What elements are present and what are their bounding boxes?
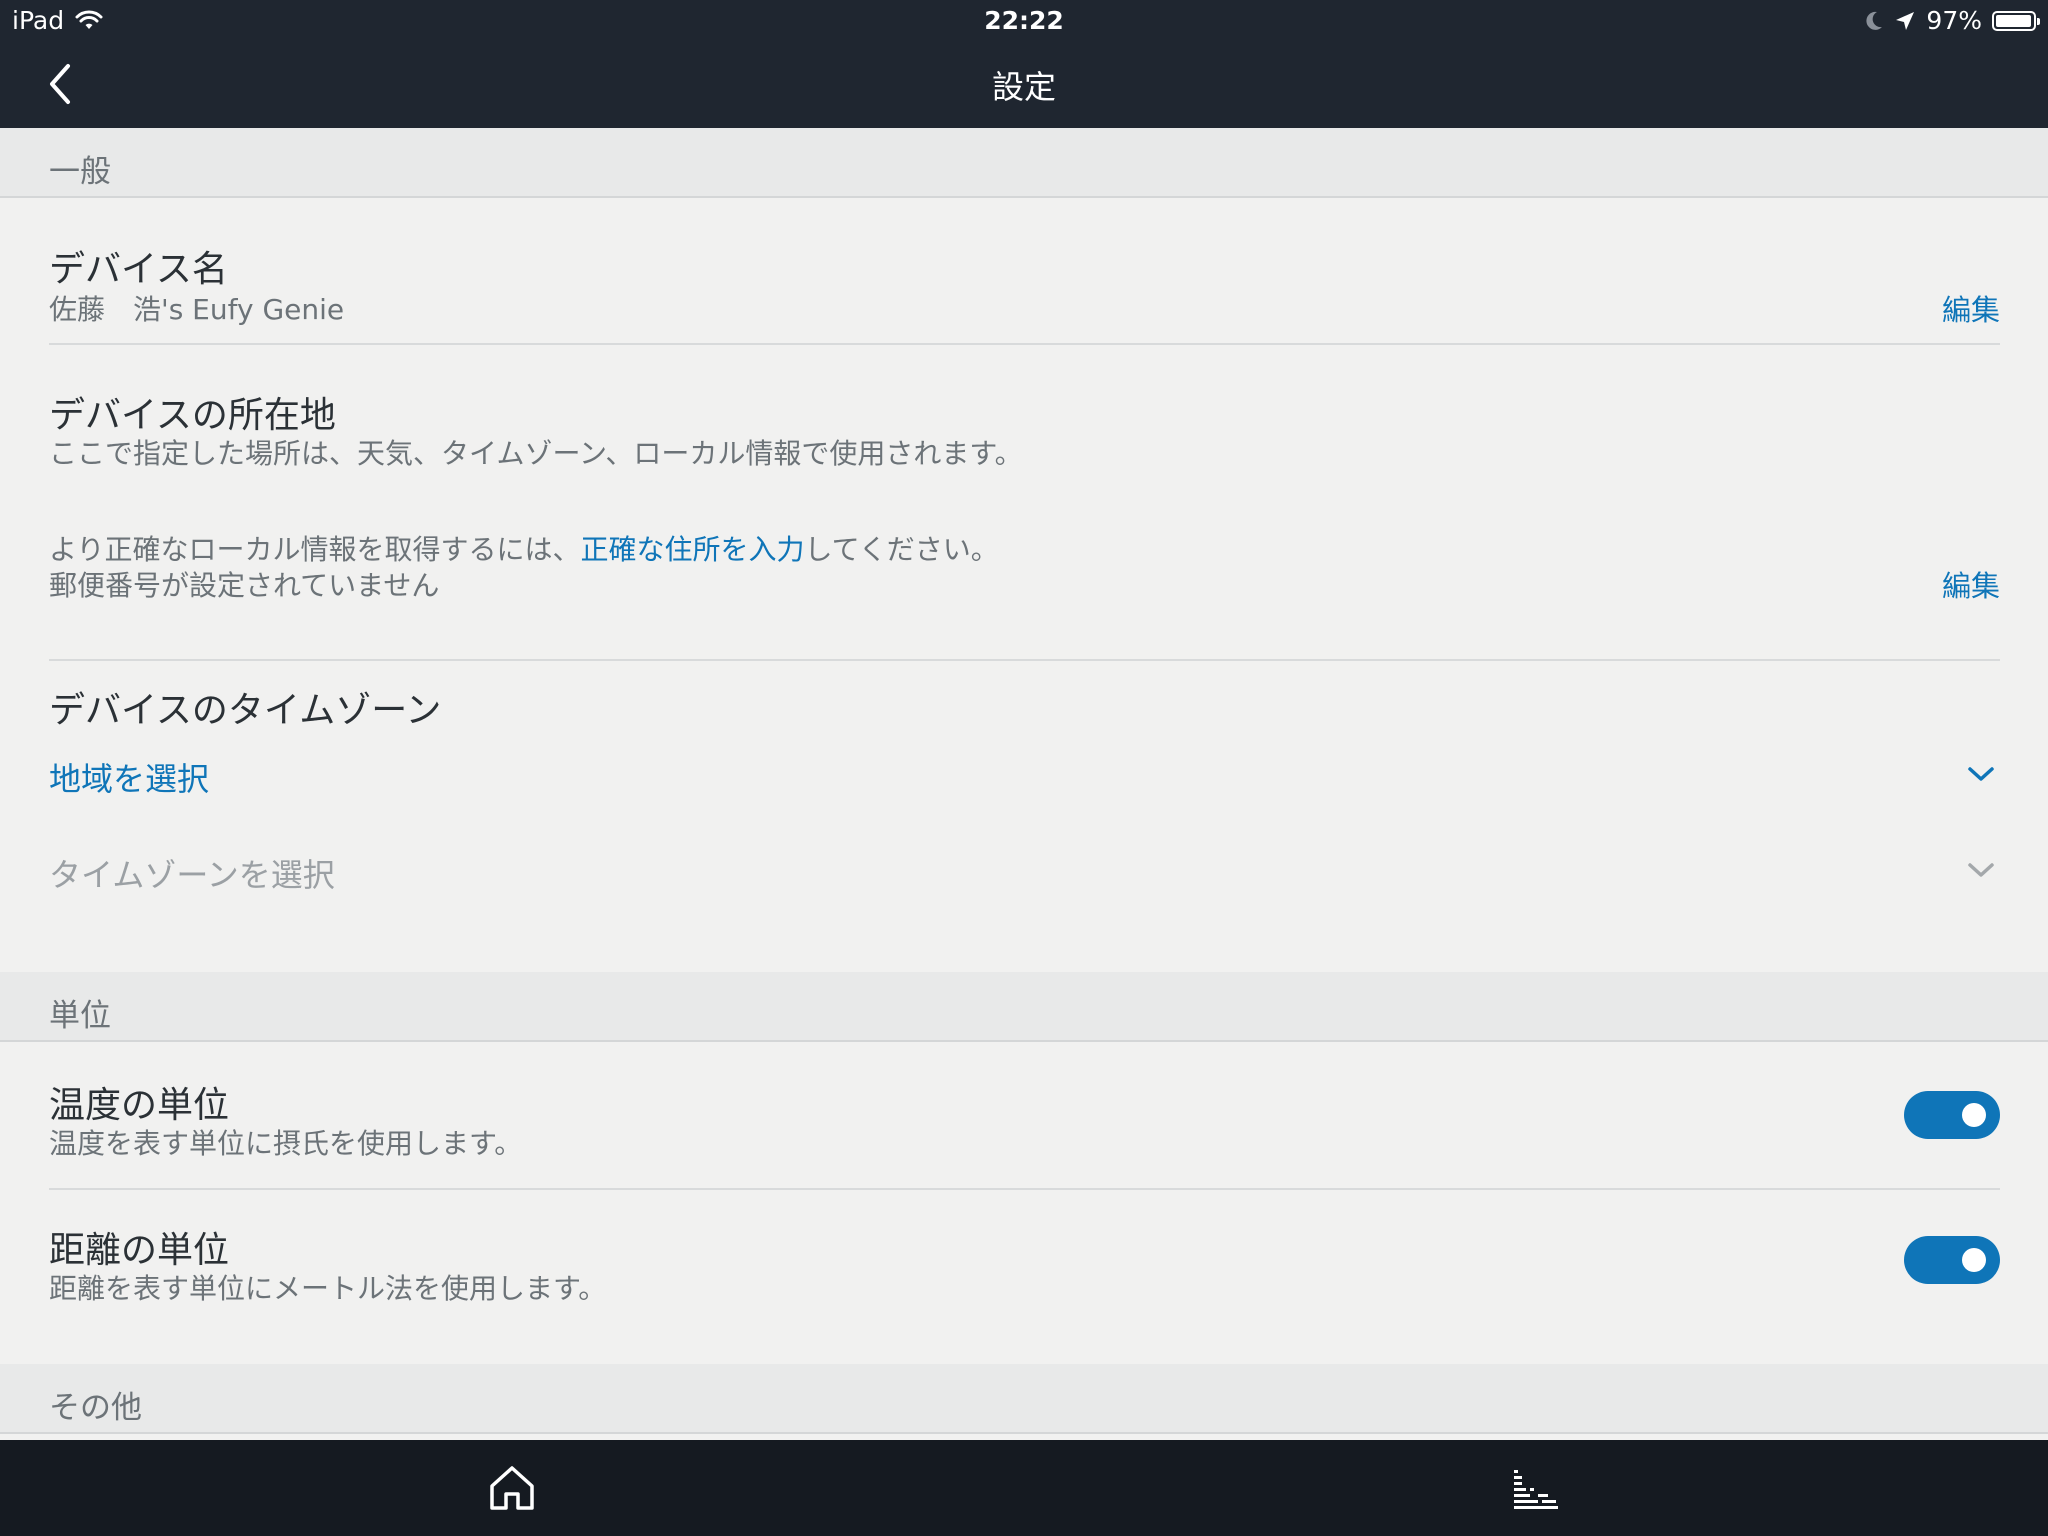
- location-hint: より正確なローカル情報を取得するには、正確な住所を入力してください。: [49, 528, 999, 568]
- device-location-edit-link[interactable]: 編集: [1942, 563, 2000, 605]
- distance-unit-description: 距離を表す単位にメートル法を使用します。: [49, 1272, 607, 1305]
- toggle-knob: [1962, 1248, 1986, 1272]
- device-location-description: ここで指定した場所は、天気、タイムゾーン、ローカル情報で使用されます。: [49, 437, 1023, 470]
- distance-unit-toggle[interactable]: [1904, 1236, 2000, 1284]
- activity-icon: [1514, 1470, 1558, 1509]
- section-header-general: 一般: [0, 128, 2048, 198]
- clock: 22:22: [984, 6, 1064, 35]
- status-time: 22:22: [0, 6, 2048, 35]
- timezone-title: デバイスのタイムゾーン: [49, 690, 442, 731]
- moon-icon: [1866, 11, 1883, 30]
- battery-level-fill: [1996, 14, 2031, 27]
- toggle-knob: [1962, 1103, 1986, 1127]
- postal-code-status: 郵便番号が設定されていません: [49, 569, 440, 602]
- region-select-dropdown[interactable]: 地域を選択: [49, 754, 209, 800]
- status-right: 97%: [1864, 6, 2040, 35]
- timezone-select-dropdown: タイムゾーンを選択: [49, 856, 335, 894]
- section-header-other: その他: [0, 1364, 2048, 1434]
- location-hint-suffix: してください。: [804, 533, 999, 566]
- location-arrow-icon: [1896, 11, 1915, 30]
- device-name-value: 佐藤 浩's Eufy Genie: [49, 293, 345, 326]
- enter-address-link[interactable]: 正確な住所を入力: [580, 533, 804, 566]
- temperature-unit-description: 温度を表す単位に摂氏を使用します。: [49, 1127, 523, 1160]
- temperature-unit-title: 温度の単位: [49, 1085, 230, 1126]
- section-header-units: 単位: [0, 972, 2048, 1042]
- chevron-down-icon: [1968, 863, 1994, 877]
- divider: [49, 343, 2000, 345]
- distance-unit-title: 距離の単位: [49, 1230, 230, 1271]
- home-icon: [490, 1466, 534, 1510]
- device-location-title: デバイスの所在地: [49, 395, 336, 436]
- tab-bar: [0, 1440, 2048, 1536]
- device-name-edit-link[interactable]: 編集: [1942, 287, 2000, 329]
- section-title: その他: [49, 1390, 142, 1426]
- chevron-down-icon[interactable]: [1966, 764, 1996, 784]
- battery-percent: 97%: [1926, 6, 1982, 35]
- section-title: 一般: [49, 154, 111, 190]
- battery-icon: [1992, 10, 2040, 31]
- divider: [49, 1188, 2000, 1190]
- divider: [49, 659, 2000, 661]
- tab-activity[interactable]: [1510, 1462, 1562, 1514]
- page-title: 設定: [991, 68, 1056, 106]
- device-name-title: デバイス名: [49, 249, 228, 290]
- tab-home[interactable]: [486, 1462, 538, 1514]
- location-hint-prefix: より正確なローカル情報を取得するには、: [49, 533, 581, 566]
- section-title: 単位: [49, 998, 111, 1034]
- temperature-unit-toggle[interactable]: [1904, 1091, 2000, 1139]
- top-bar: iPad 22:22 97% 設定: [0, 0, 2048, 128]
